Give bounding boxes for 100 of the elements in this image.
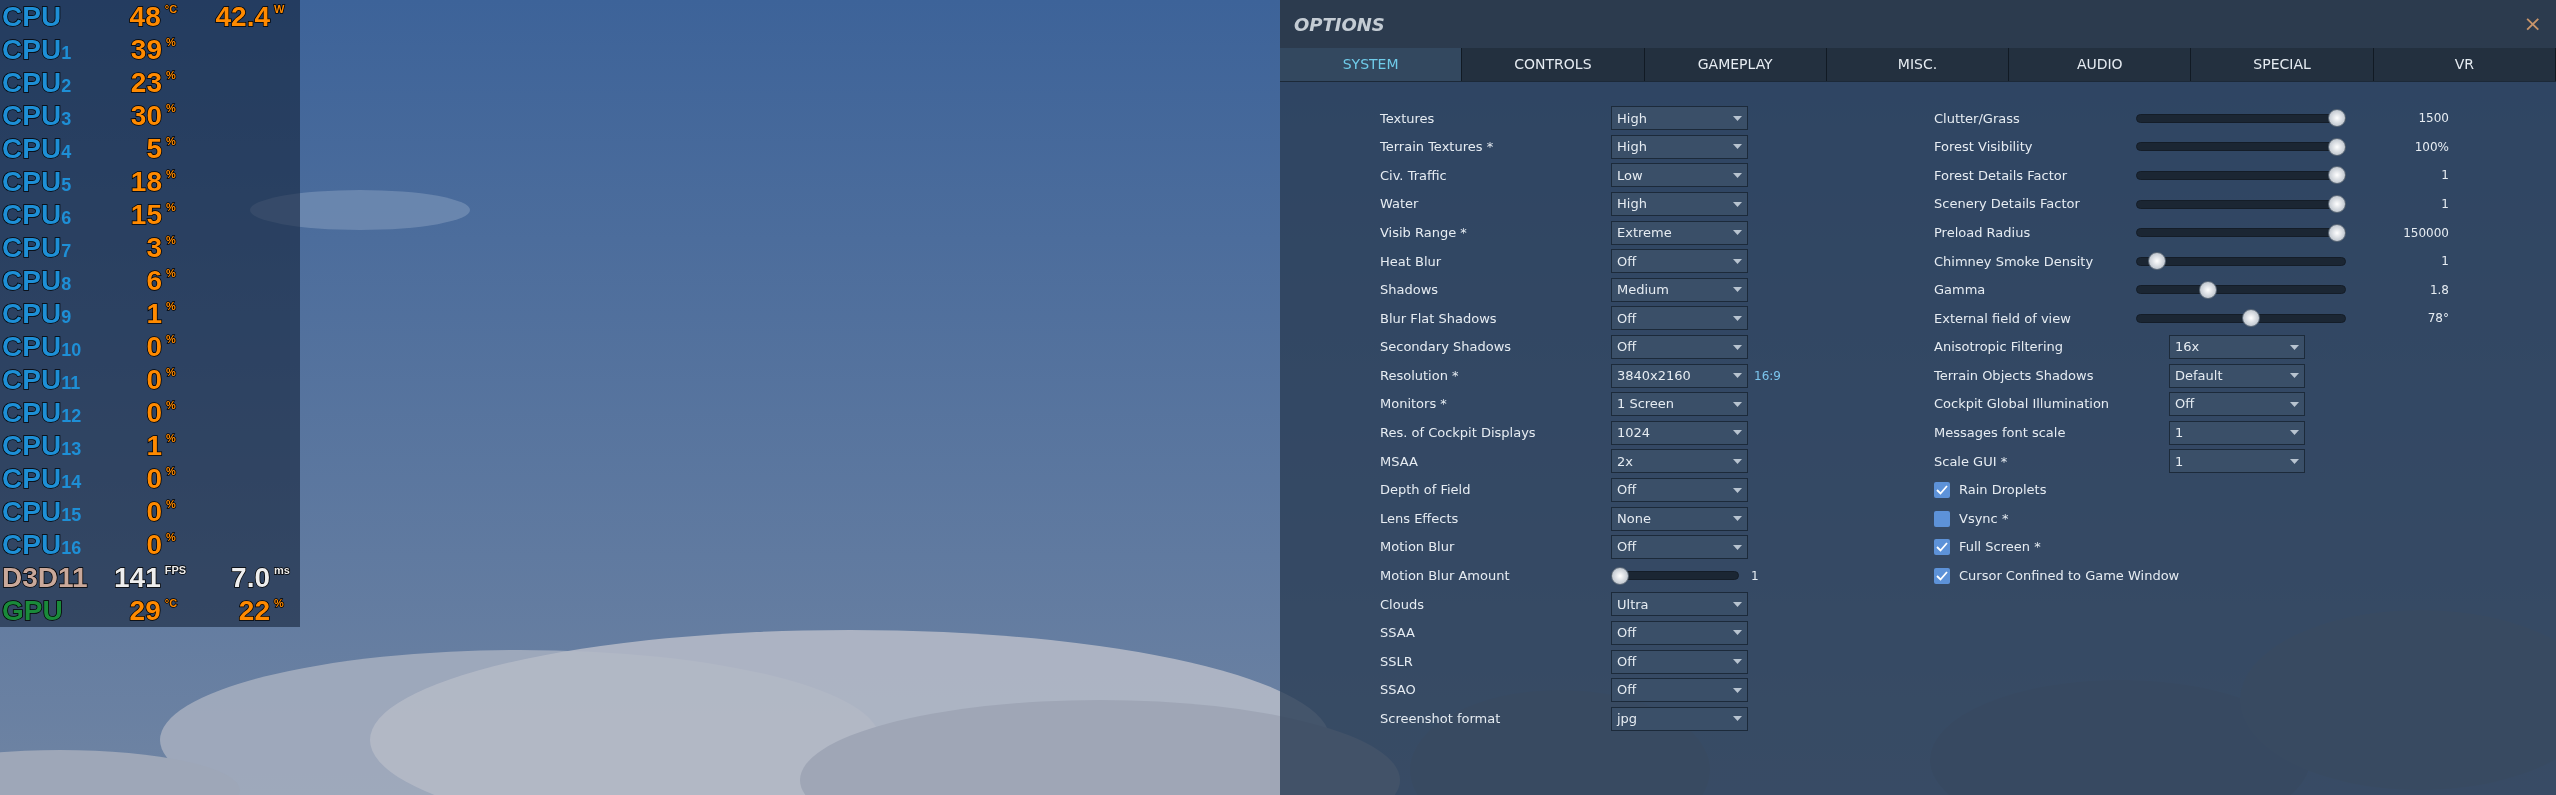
- setting-label: SSAO: [1380, 681, 1417, 700]
- dropdown[interactable]: Off: [1611, 678, 1748, 703]
- dropdown[interactable]: Off: [2169, 392, 2305, 417]
- dropdown[interactable]: High: [1611, 134, 1748, 159]
- slider[interactable]: [2136, 136, 2346, 157]
- dropdown[interactable]: Off: [1611, 249, 1748, 274]
- sensor-value: 7.0: [230, 561, 270, 594]
- caret-icon: [1733, 230, 1742, 236]
- dropdown[interactable]: 1: [2169, 420, 2305, 445]
- checkbox[interactable]: [1934, 510, 1950, 527]
- check-icon: [1936, 570, 1948, 581]
- dropdown[interactable]: 3840x2160: [1611, 363, 1748, 388]
- slider-thumb[interactable]: [2199, 280, 2218, 299]
- sensor-value: 15: [129, 198, 162, 231]
- dropdown[interactable]: Default: [2169, 363, 2305, 388]
- setting-label: Terrain Textures *: [1380, 138, 1495, 157]
- setting-label: Visib Range *: [1380, 223, 1468, 242]
- dropdown[interactable]: Off: [1611, 306, 1748, 331]
- slider[interactable]: [2136, 165, 2346, 186]
- sensor-label: CPU9: [2, 297, 73, 330]
- slider[interactable]: [2136, 194, 2346, 215]
- slider-thumb[interactable]: [2328, 137, 2346, 156]
- setting-label: Water: [1380, 195, 1420, 214]
- slider-thumb[interactable]: [2328, 223, 2346, 242]
- setting-label: Clutter/Grass: [1934, 109, 2021, 128]
- checkbox[interactable]: [1934, 482, 1950, 498]
- caret-icon: [1733, 630, 1742, 636]
- slider-value: 1: [2440, 167, 2449, 185]
- caret-icon: [1733, 430, 1742, 436]
- sensor-label: CPU3: [2, 99, 73, 132]
- dropdown[interactable]: Off: [1611, 621, 1748, 645]
- slider[interactable]: [1611, 565, 1739, 586]
- dropdown[interactable]: Off: [1611, 649, 1748, 674]
- setting-label: Shadows: [1380, 281, 1440, 300]
- sensor-label: CPU13: [2, 429, 83, 462]
- dropdown[interactable]: jpg: [1611, 706, 1748, 731]
- sensor-value: 6: [145, 264, 162, 297]
- tab[interactable]: AUDIO: [2009, 48, 2192, 81]
- slider-thumb[interactable]: [2328, 166, 2346, 185]
- slider-thumb[interactable]: [2328, 195, 2346, 214]
- setting-label: SSLR: [1380, 652, 1414, 671]
- sensor-value: 18: [129, 165, 162, 198]
- slider[interactable]: [2136, 279, 2346, 300]
- sensor-unit: °C: [164, 2, 179, 17]
- sensor-unit: %: [166, 431, 177, 446]
- dropdown[interactable]: None: [1611, 506, 1748, 531]
- dropdown[interactable]: 16x: [2169, 335, 2305, 360]
- sensor-unit: %: [166, 299, 177, 314]
- slider[interactable]: [2136, 308, 2346, 329]
- dropdown[interactable]: 1 Screen: [1611, 392, 1748, 417]
- checkbox-label: Rain Droplets: [1959, 481, 2047, 500]
- dropdown[interactable]: 1: [2169, 449, 2305, 474]
- tab[interactable]: GAMEPLAY: [1644, 48, 1827, 81]
- dropdown[interactable]: 2x: [1611, 449, 1748, 474]
- dropdown[interactable]: High: [1611, 106, 1748, 131]
- sensor-label: CPU1: [2, 33, 73, 66]
- sensor-unit: %: [166, 134, 177, 149]
- slider-value: 78°: [2426, 310, 2449, 328]
- dropdown[interactable]: High: [1611, 192, 1748, 217]
- dropdown[interactable]: 1024: [1611, 420, 1748, 445]
- setting-label: Preload Radius: [1934, 223, 2032, 242]
- sensor-label: CPU6: [2, 198, 73, 231]
- sensor-value: 5: [145, 132, 162, 165]
- close-button[interactable]: ×: [2523, 13, 2542, 35]
- sensor-unit: %: [166, 233, 177, 248]
- checkbox[interactable]: [1934, 539, 1950, 556]
- sensor-value: 141: [113, 561, 161, 594]
- slider-value: 100%: [2413, 138, 2449, 156]
- sensor-value: 22: [237, 594, 270, 627]
- dropdown[interactable]: Extreme: [1611, 220, 1748, 245]
- dropdown[interactable]: Off: [1611, 335, 1748, 360]
- sensor-value: 0: [145, 330, 162, 363]
- dropdown[interactable]: Ultra: [1611, 592, 1748, 617]
- sensor-label: D3D11: [2, 561, 89, 594]
- tab[interactable]: MISC.: [1826, 48, 2010, 81]
- sensor-unit: %: [166, 464, 177, 479]
- tab[interactable]: SYSTEM: [1280, 48, 1463, 81]
- sensor-unit: %: [166, 497, 177, 512]
- slider[interactable]: [2136, 108, 2346, 129]
- dropdown[interactable]: Low: [1611, 163, 1748, 188]
- dropdown[interactable]: Medium: [1611, 277, 1748, 302]
- slider-thumb[interactable]: [2147, 252, 2166, 271]
- checkbox[interactable]: [1934, 567, 1950, 584]
- caret-icon: [2290, 344, 2299, 350]
- tab[interactable]: CONTROLS: [1462, 48, 1645, 81]
- sensor-unit: %: [166, 365, 177, 380]
- dropdown[interactable]: Off: [1611, 535, 1748, 560]
- slider-thumb[interactable]: [1611, 566, 1629, 585]
- caret-icon: [1733, 144, 1742, 150]
- caret-icon: [2290, 458, 2299, 464]
- slider-thumb[interactable]: [2241, 309, 2260, 328]
- slider[interactable]: [2136, 222, 2346, 243]
- slider[interactable]: [2136, 251, 2346, 272]
- tab[interactable]: SPECIAL: [2191, 48, 2374, 81]
- setting-label: Scale GUI *: [1934, 452, 2009, 471]
- caret-icon: [1733, 258, 1742, 264]
- dropdown[interactable]: Off: [1611, 478, 1748, 502]
- slider-thumb[interactable]: [2328, 109, 2346, 128]
- tab[interactable]: VR: [2373, 48, 2556, 81]
- checkbox-label: Full Screen *: [1959, 538, 2041, 557]
